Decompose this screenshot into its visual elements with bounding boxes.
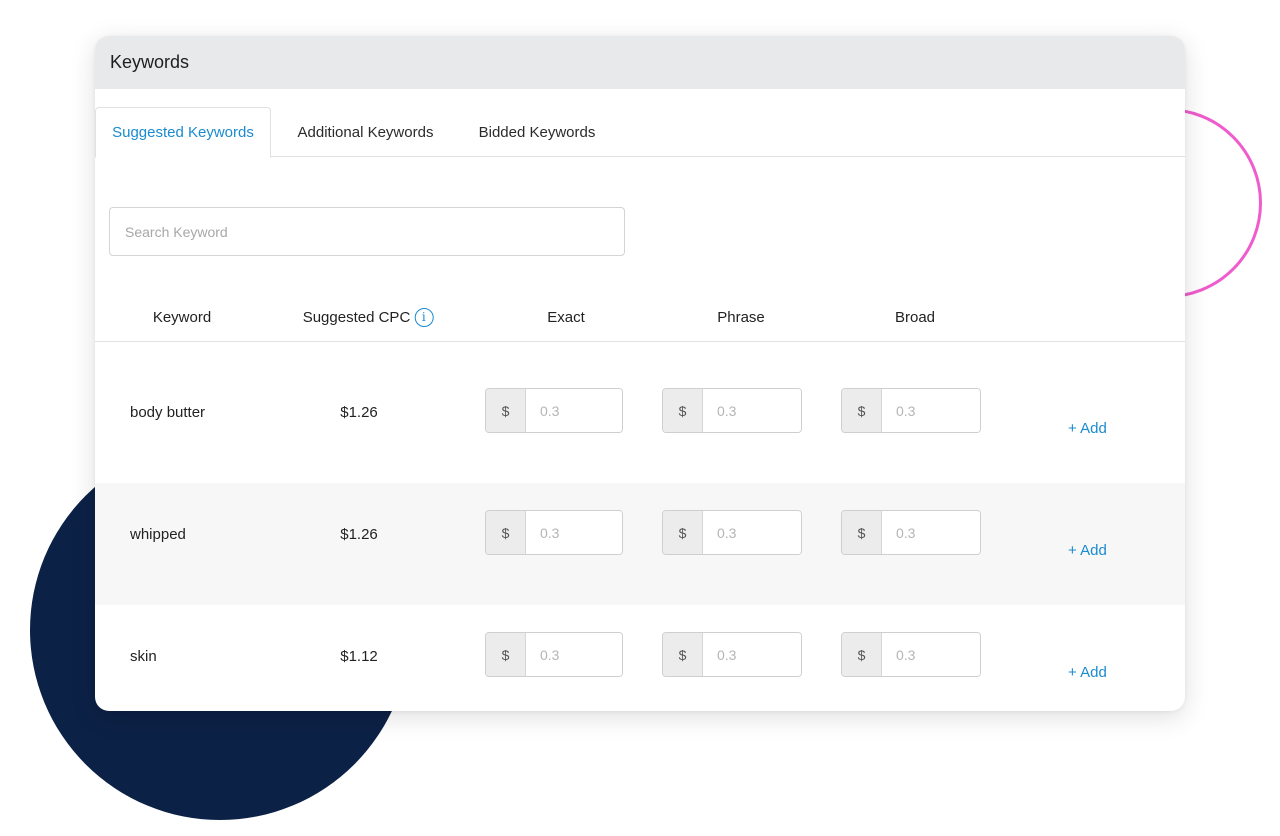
column-header-label: Exact: [547, 308, 585, 326]
keywords-card: Keywords Suggested Keywords Additional K…: [95, 36, 1185, 711]
exact-bid-field: $: [485, 510, 623, 555]
table-header: Keyword Suggested CPC i Exact Phrase Bro…: [95, 294, 1185, 342]
suggested-cpc-cell: $1.26: [340, 403, 378, 421]
column-header-label: Phrase: [717, 308, 765, 326]
exact-bid-input[interactable]: [526, 633, 622, 676]
exact-bid-input[interactable]: [526, 511, 622, 554]
keyword-cell: body butter: [130, 403, 206, 421]
add-keyword-button[interactable]: + Add: [1068, 367, 1107, 489]
add-keyword-button[interactable]: + Add: [1068, 489, 1107, 611]
column-header-broad: Broad: [895, 294, 935, 340]
table-row: whipped $1.26 $ $ $ + Add: [95, 483, 1185, 605]
tab-label: Additional Keywords: [297, 123, 434, 141]
broad-bid-field: $: [841, 632, 981, 677]
column-header-label: Suggested CPC: [302, 308, 411, 326]
dollar-prefix: $: [842, 389, 882, 432]
phrase-bid-field: $: [662, 510, 802, 555]
keyword-cell: skin: [130, 647, 157, 665]
broad-bid-input[interactable]: [882, 511, 980, 554]
table-row: skin $1.12 $ $ $ + Add: [95, 605, 1185, 711]
info-icon[interactable]: i: [414, 307, 434, 327]
exact-bid-input[interactable]: [526, 389, 622, 432]
broad-bid-field: $: [841, 510, 981, 555]
tab-additional-keywords[interactable]: Additional Keywords: [283, 107, 448, 157]
search-box: [109, 207, 625, 256]
dollar-prefix: $: [842, 511, 882, 554]
column-header-exact: Exact: [547, 294, 585, 340]
dollar-prefix: $: [842, 633, 882, 676]
search-keyword-input[interactable]: [110, 208, 624, 255]
column-header-label: Broad: [894, 308, 936, 326]
tab-suggested-keywords[interactable]: Suggested Keywords: [95, 107, 271, 158]
dollar-prefix: $: [486, 511, 526, 554]
page-stage: Keywords Suggested Keywords Additional K…: [0, 0, 1280, 836]
exact-bid-field: $: [485, 632, 623, 677]
phrase-bid-input[interactable]: [703, 511, 801, 554]
card-header: Keywords: [95, 36, 1185, 89]
keyword-cell: whipped: [130, 525, 186, 543]
broad-bid-input[interactable]: [882, 633, 980, 676]
dollar-prefix: $: [663, 633, 703, 676]
dollar-prefix: $: [663, 511, 703, 554]
broad-bid-field: $: [841, 388, 981, 433]
suggested-cpc-cell: $1.26: [340, 525, 378, 543]
phrase-bid-field: $: [662, 388, 802, 433]
dollar-prefix: $: [663, 389, 703, 432]
column-header-suggested-cpc: Suggested CPC i: [303, 294, 434, 340]
tab-label: Bidded Keywords: [478, 123, 596, 141]
phrase-bid-field: $: [662, 632, 802, 677]
tab-bidded-keywords[interactable]: Bidded Keywords: [467, 107, 607, 157]
column-header-label: Keyword: [152, 308, 212, 326]
exact-bid-field: $: [485, 388, 623, 433]
keyword-tabs: Suggested Keywords Additional Keywords B…: [95, 89, 1185, 158]
tab-label: Suggested Keywords: [112, 124, 254, 141]
add-keyword-button[interactable]: + Add: [1068, 611, 1107, 711]
card-title: Keywords: [110, 52, 190, 72]
column-header-keyword: Keyword: [153, 294, 211, 340]
phrase-bid-input[interactable]: [703, 389, 801, 432]
dollar-prefix: $: [486, 389, 526, 432]
dollar-prefix: $: [486, 633, 526, 676]
suggested-cpc-cell: $1.12: [340, 647, 378, 665]
column-header-phrase: Phrase: [717, 294, 765, 340]
table-row: body butter $1.26 $ $ $ + Add: [95, 361, 1185, 483]
phrase-bid-input[interactable]: [703, 633, 801, 676]
broad-bid-input[interactable]: [882, 389, 980, 432]
